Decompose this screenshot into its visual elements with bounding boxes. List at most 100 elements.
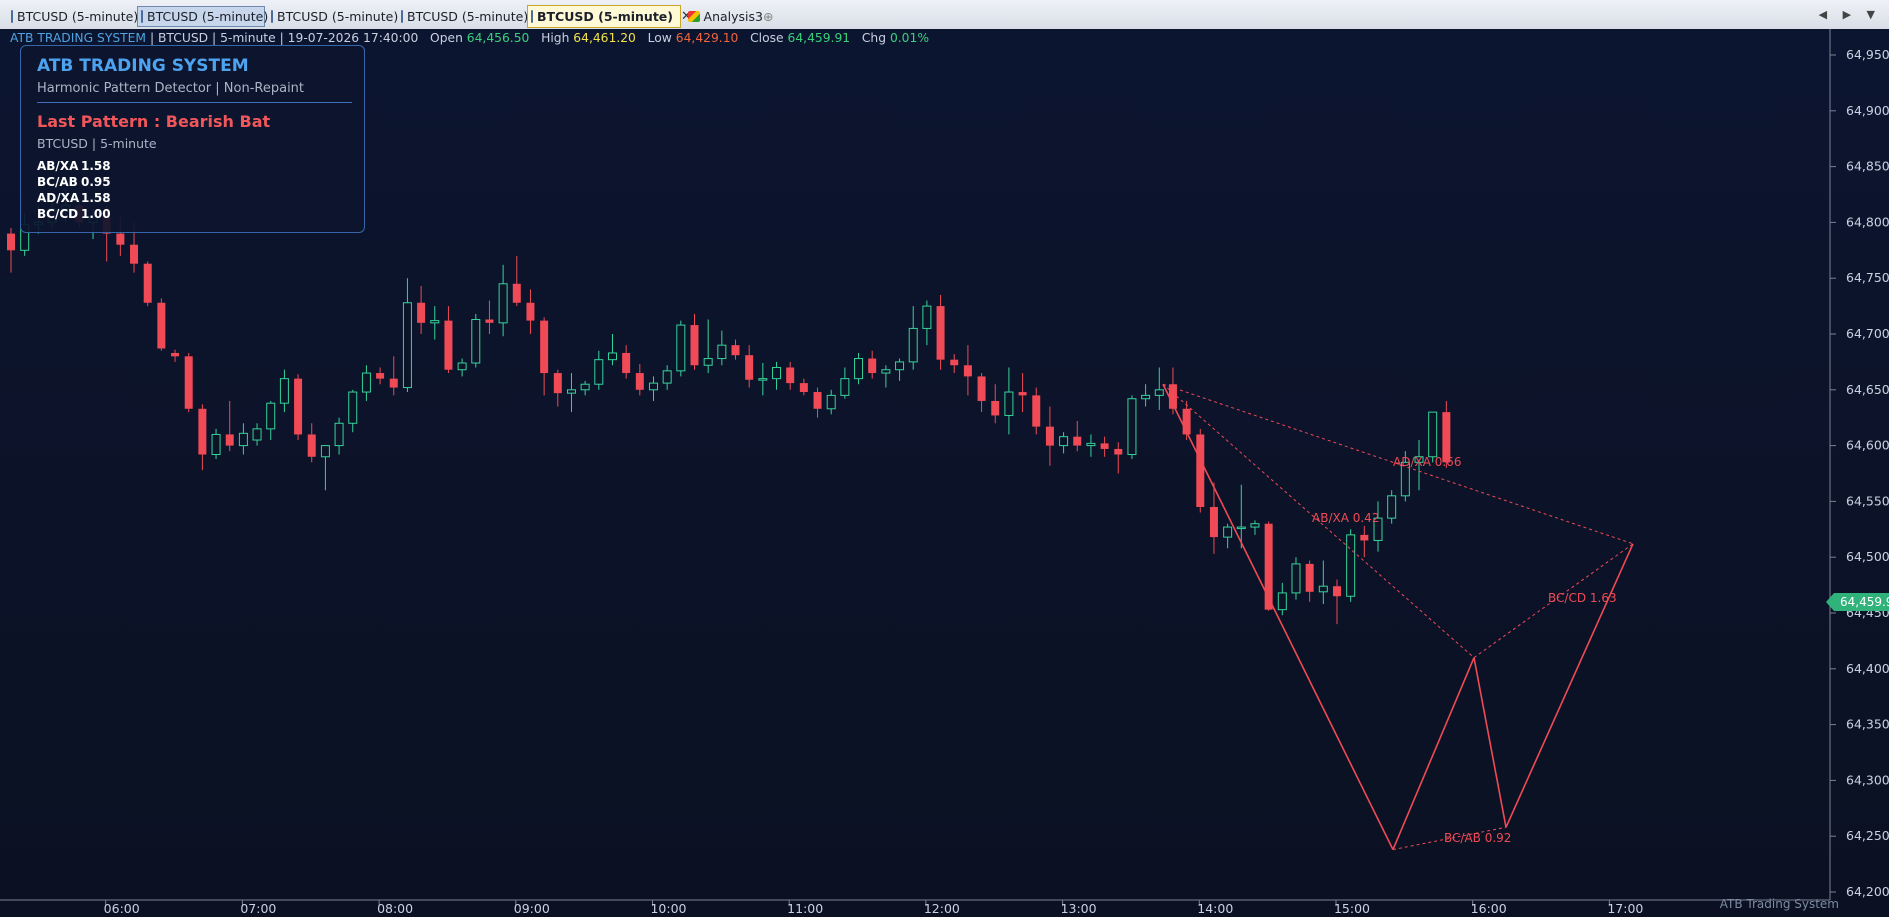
candle-body-bull	[566, 389, 576, 394]
chg-value: 0.01%	[889, 31, 930, 45]
candle-body-bull	[758, 378, 768, 381]
price-tick-label: 64,550	[1846, 493, 1889, 508]
time-tick-label: 17:00	[1607, 901, 1643, 916]
candle-body-bear	[1018, 392, 1027, 396]
candle-body-bear	[977, 376, 986, 401]
panel-title: ATB TRADING SYSTEM	[37, 56, 249, 76]
open-value: 64,456.50	[466, 31, 530, 45]
time-tick-label: 09:00	[514, 901, 550, 916]
time-tick-label: 11:00	[787, 901, 823, 916]
price-tick-label: 64,350	[1846, 717, 1889, 732]
candle-body-bear	[512, 283, 521, 303]
time-tick-label: 07:00	[240, 901, 276, 916]
close-label: Close	[750, 31, 784, 45]
candle-body-bull	[279, 378, 289, 404]
candle-body-bear	[991, 400, 1000, 416]
candle-body-bull	[1346, 534, 1356, 597]
candle-body-bull	[580, 383, 590, 391]
chart-tab-icon	[531, 10, 533, 23]
chart-tab-icon	[11, 10, 13, 23]
candle-body-bull	[908, 327, 918, 363]
candle-body-bull	[361, 372, 371, 393]
analysis-icon	[688, 11, 700, 22]
candle-body-bear	[1305, 563, 1314, 592]
tab-btcusd-4[interactable]: BTCUSD (5-minute)	[398, 6, 528, 27]
candle-body-bear	[294, 378, 303, 435]
price-tick-label: 64,600	[1846, 438, 1889, 453]
price-tick-label: 64,850	[1846, 159, 1889, 174]
tab-label: BTCUSD (5-minute)	[277, 9, 399, 24]
tab-label: BTCUSD (5-minute)	[537, 9, 673, 24]
candle-body-bear	[1196, 434, 1205, 507]
candle-body-bear	[157, 302, 166, 349]
candle-body-bear	[963, 365, 972, 377]
candle-body-bull	[881, 369, 891, 374]
candle-body-bear	[950, 359, 959, 366]
price-tick-label: 64,250	[1846, 828, 1889, 843]
candle-body-bull	[334, 422, 344, 447]
ratio-row: BC/CD 1.00	[37, 206, 111, 222]
time-tick-label: 12:00	[924, 901, 960, 916]
tab-bar: BTCUSD (5-minute) BTCUSD (5-minute) BTCU…	[0, 0, 1889, 30]
candle-body-bull	[266, 402, 276, 430]
last-pattern-label: Last Pattern : Bearish Bat	[37, 112, 271, 131]
candle-body-bear	[417, 302, 426, 323]
candle-body-bear	[745, 355, 754, 380]
high-value: 64,461.20	[573, 31, 636, 45]
candle-body-bear	[1114, 448, 1123, 455]
time-tick-label: 15:00	[1334, 901, 1370, 916]
price-tick-label: 64,950	[1846, 47, 1889, 62]
candle-body-bull	[1086, 442, 1096, 447]
ratio-list: AB/XA 1.58 BC/AB 0.95 AD/XA 1.58 BC/CD 1.00	[37, 158, 111, 222]
candle-body-bull	[854, 358, 864, 380]
ratio-name: AD/XA	[37, 191, 80, 205]
tab-label: BTCUSD (5-minute)	[17, 9, 139, 24]
candle-body-bull	[772, 366, 782, 380]
candle-body-bull	[457, 362, 467, 371]
high-label: High	[541, 31, 570, 45]
candle-body-bull	[211, 433, 221, 456]
last-price-value: 64,459.9	[1840, 595, 1889, 609]
candle-body-bull	[676, 324, 686, 372]
candle-body-bear	[813, 392, 822, 409]
candle-body-bear	[1360, 534, 1369, 541]
indicator-name: ATB TRADING SYSTEM	[10, 31, 147, 45]
ratio-value: 1.58	[81, 191, 111, 205]
tab-scroll-arrows[interactable]: ◀ ▶ ▼	[1819, 8, 1881, 21]
candle-body-bear	[198, 408, 207, 455]
last-price-tag: 64,459.9	[1826, 592, 1889, 611]
chart-tab-icon	[141, 10, 143, 23]
pattern-ratio-label: BC/CD 1.63	[1548, 591, 1617, 605]
panel-symbol-line: BTCUSD | 5-minute	[37, 136, 157, 151]
candle-body-bear	[116, 233, 125, 245]
candle-body-bear	[553, 373, 562, 394]
chart-tab-icon	[401, 10, 403, 23]
chart-info-line: ATB TRADING SYSTEM | BTCUSD | 5-minute |…	[10, 31, 930, 45]
bar-datetime: 19-07-2026 17:40:00	[287, 31, 419, 45]
candle-body-bull	[1236, 526, 1246, 530]
candle-body-bear	[868, 358, 877, 374]
tab-btcusd-active[interactable]: BTCUSD (5-minute) ✕	[527, 5, 692, 28]
candle-body-bull	[1250, 523, 1260, 528]
candle-body-bear	[444, 320, 453, 370]
price-tick-label: 64,750	[1846, 270, 1889, 285]
watermark: ATB Trading System	[1719, 897, 1839, 911]
tab-btcusd-2[interactable]: BTCUSD (5-minute)	[137, 6, 268, 27]
candle-body-bear	[635, 373, 644, 390]
candle-body-bull	[648, 382, 658, 391]
tab-btcusd-3[interactable]: BTCUSD (5-minute)	[268, 6, 399, 27]
tab-btcusd-1[interactable]: BTCUSD (5-minute)	[8, 6, 139, 27]
candle-body-bear	[307, 434, 316, 457]
candle-body-bear	[389, 378, 398, 388]
candle-body-bull	[1223, 526, 1233, 538]
tab-analysis3[interactable]: Analysis3	[685, 6, 763, 27]
candle-body-bear	[376, 373, 385, 379]
time-tick-label: 14:00	[1197, 901, 1233, 916]
candle-body-bull	[840, 378, 850, 396]
add-tab-icon[interactable]: ⊕	[763, 6, 781, 27]
price-tick-label: 64,200	[1846, 884, 1889, 899]
panel-subtitle: Harmonic Pattern Detector | Non-Repaint	[37, 81, 305, 96]
candle-body-bear	[799, 383, 808, 393]
candle-body-bull	[1291, 563, 1301, 594]
candle-body-bull	[1428, 411, 1438, 458]
